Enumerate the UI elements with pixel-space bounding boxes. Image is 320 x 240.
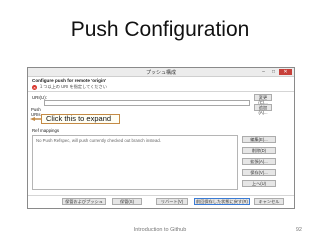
refspec-list[interactable]: No Push Refspec, will push currently che…	[32, 135, 238, 190]
refspec-empty-message: No Push Refspec, will push currently che…	[36, 138, 161, 143]
add-push-uri-button[interactable]: 追加(A)...	[254, 104, 272, 115]
save-refspec-button[interactable]: 保存(V)...	[242, 169, 276, 176]
change-uri-button[interactable]: 変更(C)...	[254, 94, 272, 105]
window-controls: – □ ✕	[259, 69, 292, 75]
slide-footer: Introduction to Github	[133, 227, 187, 233]
cancel-button[interactable]: キャンセル	[254, 198, 284, 205]
window-titlebar: プッシュ構成 – □ ✕	[28, 68, 294, 77]
expand-callout: Click this to expand	[41, 114, 120, 124]
dialog-header: Configure push for remote 'origin'	[32, 78, 107, 83]
uri-field[interactable]	[44, 100, 250, 106]
error-icon: ×	[32, 84, 37, 90]
slide-title: Push Configuration	[70, 18, 250, 41]
header-divider	[28, 91, 294, 92]
warning-message: １つ以上の URI を指定してください	[39, 84, 107, 89]
revert-button[interactable]: リバート(V)	[156, 198, 188, 205]
save-button[interactable]: 保管(S)	[112, 198, 142, 205]
footer-divider	[28, 195, 294, 196]
push-uris-expander[interactable]: Push URIs	[31, 107, 43, 117]
window-title: プッシュ構成	[145, 70, 176, 76]
page-number: 92	[295, 227, 302, 233]
advanced-refspec-button[interactable]: 拡張(A)...	[242, 158, 276, 165]
minimize-button[interactable]: –	[259, 69, 268, 75]
edit-refspec-button[interactable]: 編集(E)...	[242, 136, 276, 143]
delete-refspec-button[interactable]: 削除(D)	[242, 147, 276, 154]
ref-mappings-label: Ref mappings	[32, 128, 60, 133]
maximize-button[interactable]: □	[269, 69, 278, 75]
save-and-push-button[interactable]: 保管およびプッシュ	[62, 198, 106, 205]
move-up-button[interactable]: 上へ(U)	[242, 180, 276, 187]
close-button[interactable]: ✕	[279, 69, 292, 75]
warning-row: × １つ以上の URI を指定してください	[32, 84, 107, 90]
dialog-content: Configure push for remote 'origin' × １つ以…	[28, 77, 294, 208]
restore-saved-button[interactable]: 前回保存した状態に戻す(R)	[194, 198, 250, 205]
push-configuration-window: プッシュ構成 – □ ✕ Configure push for remote '…	[27, 67, 295, 209]
